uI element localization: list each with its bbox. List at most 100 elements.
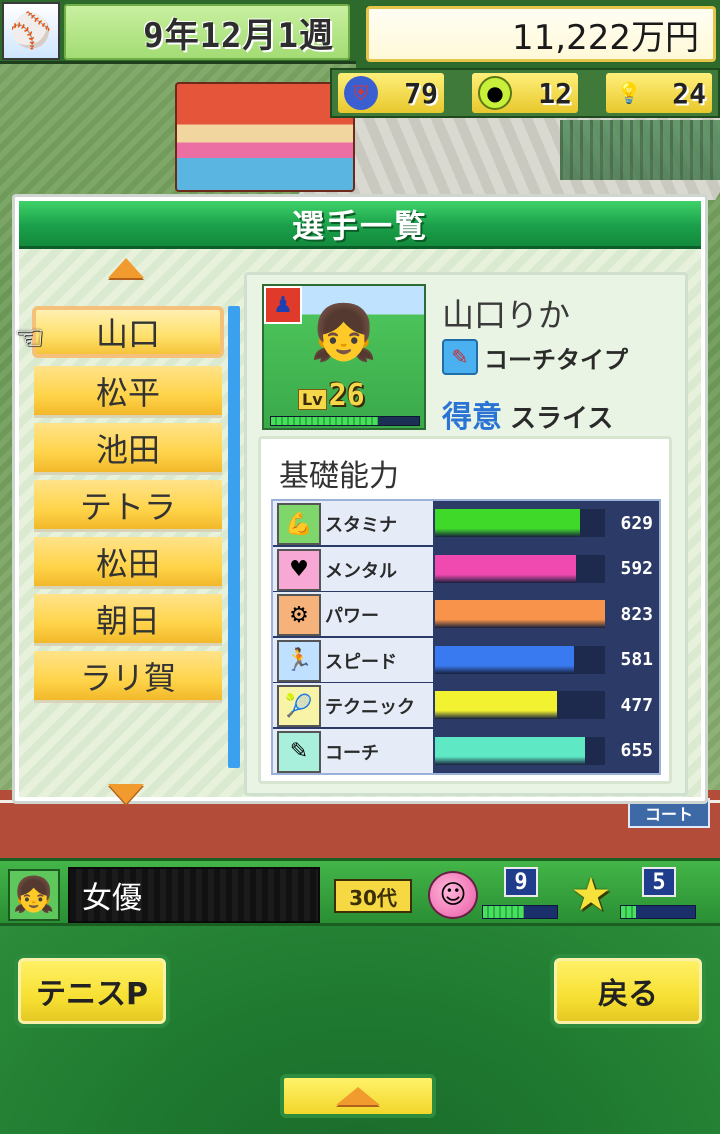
court-fence [560, 120, 720, 180]
tennis-ball-value: 12 [538, 76, 572, 110]
player-item-rariga[interactable]: ラリ賀 [34, 651, 222, 703]
abilities-title: 基礎能力 [279, 459, 399, 494]
player-item-asahi[interactable]: 朝日 [34, 594, 222, 646]
stat-shield: ⛨ 79 [338, 73, 444, 113]
ability-bar-fill [435, 645, 574, 674]
ability-bar-fill [435, 509, 580, 537]
strength-label: 得意 [442, 400, 502, 435]
ability-row: 🏃 スピード 581 [273, 637, 659, 682]
ability-bar [435, 509, 605, 537]
star-stat: 5 [620, 867, 698, 923]
abilities-panel: 基礎能力 💪 スタミナ 629 ♥ メンタル 592 ⚙ パワー 823 🏃 スピード 581 🎾 テクニ… [258, 436, 672, 784]
player-name: 山口りか [442, 296, 571, 334]
date-panel: ⚾ 9年12月1週 [0, 0, 360, 64]
ability-value: 592 [620, 558, 653, 579]
job-display: 女優 [68, 867, 320, 923]
status-bar: 👧 女優 30代 ☺ 9 ★ 5 [0, 858, 720, 926]
up-arrow-icon [108, 258, 144, 278]
shield-value: 79 [404, 76, 438, 110]
player-item-ikeda[interactable]: 池田 [34, 423, 222, 475]
ability-bar [435, 554, 605, 583]
mood-value: 9 [504, 867, 538, 897]
dumbbell-icon: ⚙ [277, 594, 321, 636]
heart-icon: ♥ [277, 548, 321, 591]
up-arrow-icon [336, 1087, 380, 1105]
whistle-icon: ✎ [277, 730, 321, 773]
age-badge: 30代 [334, 879, 412, 913]
mood-stat: 9 [482, 867, 560, 923]
racket-icon: 🎾 [277, 685, 321, 727]
dialog-title: 選手一覧 [19, 201, 701, 249]
star-icon: ★ [570, 867, 612, 921]
player-item-tetora[interactable]: テトラ [34, 480, 222, 532]
ability-bar [435, 691, 605, 719]
shield-icon: ⛨ [344, 76, 378, 110]
level-badge: Lv 26 [298, 378, 390, 413]
level-label: Lv [298, 389, 327, 410]
ability-bar [435, 600, 605, 628]
player-item-matsuda[interactable]: 松田 [34, 537, 222, 589]
whistle-icon: ✎ [442, 339, 478, 375]
player-avatar[interactable]: 👧 [8, 869, 60, 921]
ability-value: 581 [620, 649, 653, 670]
ability-bar-fill [435, 600, 605, 628]
runner-icon: 🏃 [277, 639, 321, 682]
ability-row: ⚙ パワー 823 [273, 592, 659, 636]
ability-bar-fill [435, 736, 585, 765]
club-logo-icon[interactable]: ⚾ [2, 2, 60, 60]
abilities-grid: 💪 スタミナ 629 ♥ メンタル 592 ⚙ パワー 823 🏃 スピード 581 🎾 テクニック 477… [271, 499, 661, 775]
star-value: 5 [642, 867, 676, 897]
ability-bar-fill [435, 691, 557, 719]
down-arrow-icon [108, 784, 144, 804]
list-scrollbar[interactable] [228, 306, 240, 768]
lightbulb-icon: 💡 [616, 81, 642, 105]
resource-stats: ⛨ 79 ● 12 💡 24 [330, 68, 720, 118]
ability-value: 655 [620, 740, 653, 761]
ability-bar-fill [435, 554, 576, 583]
ability-bar [435, 736, 605, 765]
ability-value: 477 [620, 694, 653, 716]
mood-bar [482, 905, 558, 919]
ability-value: 629 [620, 512, 653, 534]
mood-fill [483, 906, 524, 918]
stat-idea: 💡 24 [606, 73, 712, 113]
ability-name: スピード [325, 651, 397, 673]
star-bar [620, 905, 696, 919]
control-area: テニスP 戻る [0, 926, 720, 1134]
menu-expand-button[interactable] [280, 1074, 436, 1118]
player-item-matsudaira[interactable]: 松平 [34, 366, 222, 418]
experience-bar [270, 416, 420, 426]
hand-pointer-icon: ☜ [14, 318, 45, 358]
ability-name: パワー [325, 606, 379, 627]
idea-value: 24 [672, 76, 706, 110]
team-emblem-icon: ♟ [264, 286, 302, 324]
ability-row: 🎾 テクニック 477 [273, 683, 659, 727]
date-display: 9年12月1週 [64, 4, 350, 60]
player-strength: 得意 スライス [442, 392, 613, 436]
shop-building [175, 82, 355, 192]
arm-icon: 💪 [277, 503, 321, 545]
ability-value: 823 [620, 603, 653, 625]
player-item-yamaguchi[interactable]: 山口 [32, 306, 224, 358]
list-scroll-up-button[interactable] [106, 256, 146, 280]
tennis-points-button[interactable]: テニスP [14, 954, 170, 1028]
ability-row: ✎ コーチ 655 [273, 728, 659, 773]
star-fill [621, 906, 636, 918]
level-value: 26 [328, 378, 365, 413]
list-scroll-down-button[interactable] [106, 782, 146, 806]
smile-face-icon: ☺ [428, 871, 478, 919]
player-type: ✎ コーチタイプ [442, 338, 628, 376]
ability-row: ♥ メンタル 592 [273, 546, 659, 591]
money-panel: 11,222万円 [356, 0, 720, 68]
ability-name: テクニック [325, 697, 415, 718]
player-sprite: 👧 [310, 301, 378, 364]
back-button[interactable]: 戻る [550, 954, 706, 1028]
player-list: 山口 松平 池田 テトラ 松田 朝日 ラリ賀 [32, 306, 226, 706]
ability-name: コーチ [325, 742, 379, 764]
strength-value: スライス [510, 404, 614, 434]
ability-row: 💪 スタミナ 629 [273, 501, 659, 545]
ability-name: スタミナ [325, 515, 397, 536]
type-label: コーチタイプ [484, 345, 628, 374]
tennis-ball-icon: ● [478, 76, 512, 110]
stat-tennis-ball: ● 12 [472, 73, 578, 113]
